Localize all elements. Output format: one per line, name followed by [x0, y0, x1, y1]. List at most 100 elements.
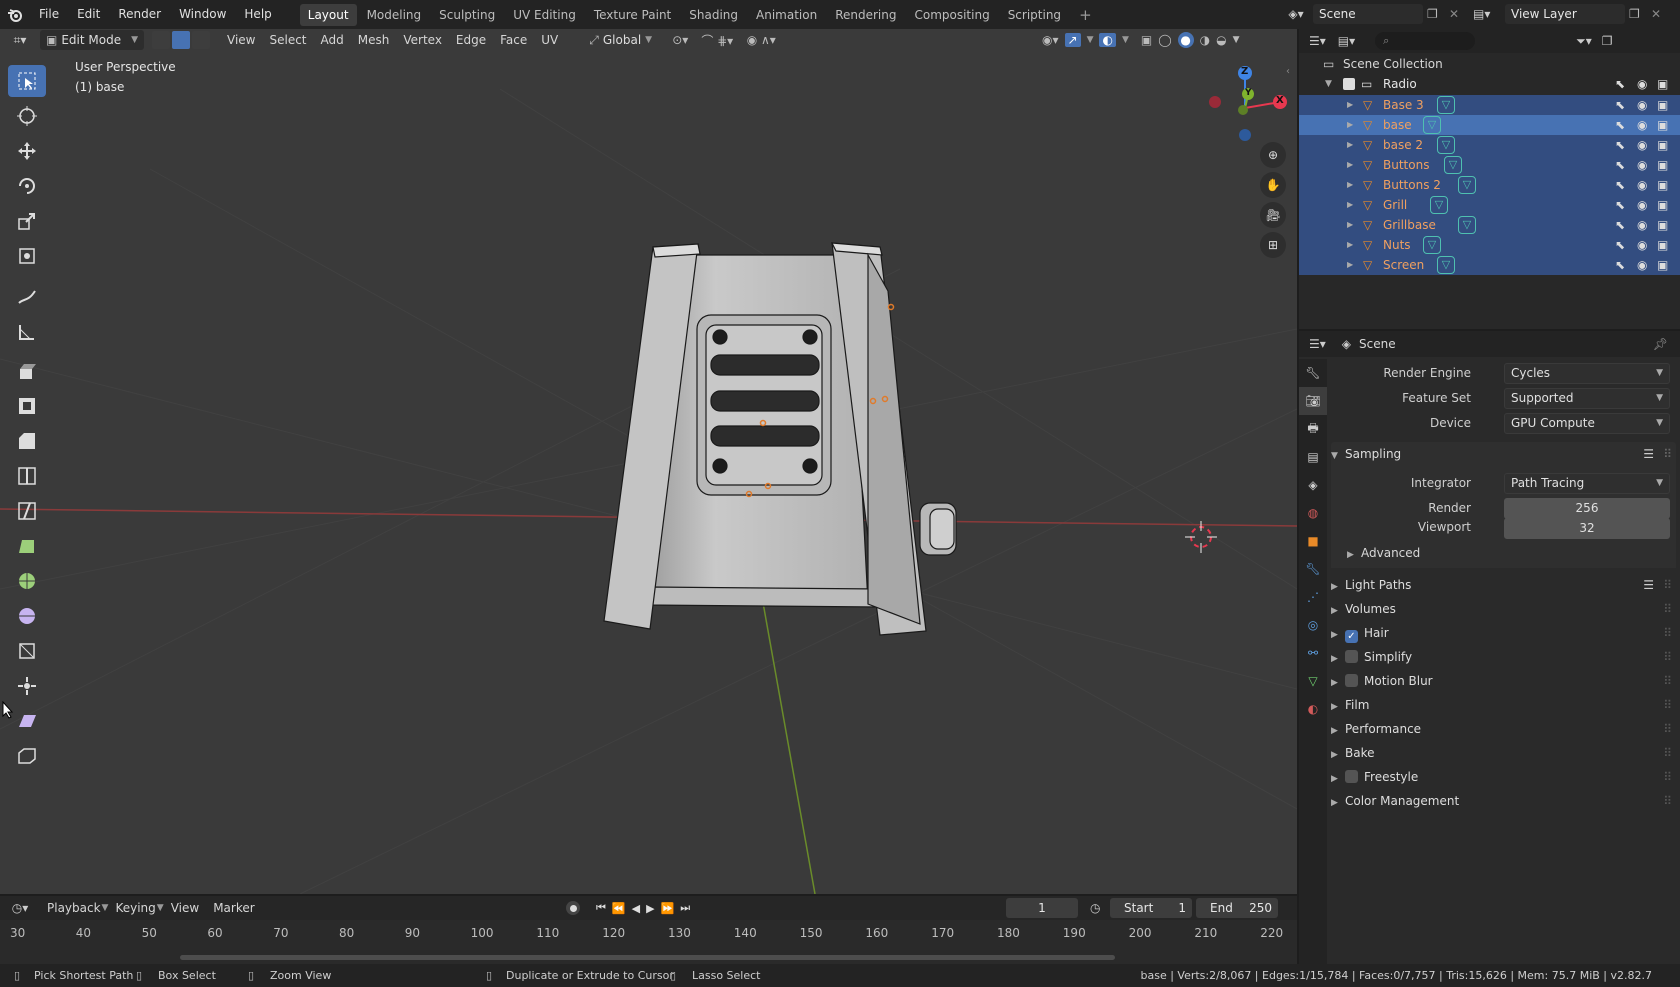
outliner-collection-radio[interactable]: ▼ ▭ Radio ⬉ ◉ ▣: [1299, 74, 1680, 94]
expand-arrow-icon[interactable]: ▶: [1347, 135, 1353, 155]
visibility-eye-icon[interactable]: ◉: [1637, 74, 1647, 94]
expand-arrow-icon[interactable]: ▶: [1347, 255, 1353, 275]
view-layer-icon[interactable]: ▤▾: [1473, 7, 1501, 21]
drag-handle-icon[interactable]: ⠿: [1663, 669, 1672, 693]
drag-handle-icon[interactable]: ⠿: [1663, 645, 1672, 669]
face-select-icon[interactable]: [192, 31, 210, 49]
expand-arrow-icon[interactable]: ▶: [1347, 155, 1353, 175]
selectable-icon[interactable]: ⬉: [1615, 135, 1625, 155]
visibility-eye-icon[interactable]: ◉: [1637, 255, 1647, 275]
render-camera-icon[interactable]: ▣: [1657, 255, 1668, 275]
selectable-icon[interactable]: ⬉: [1615, 235, 1625, 255]
proportional-edit-icon[interactable]: ◉ ∧▾: [739, 33, 783, 47]
new-scene-icon[interactable]: ❐: [1427, 7, 1445, 21]
tab-sculpting[interactable]: Sculpting: [431, 4, 503, 26]
mesh-data-icon[interactable]: ▽: [1437, 136, 1455, 154]
mesh-data-icon[interactable]: ▽: [1458, 176, 1476, 194]
panel-checkbox[interactable]: ✓: [1345, 630, 1358, 643]
render-camera-icon[interactable]: ▣: [1657, 155, 1668, 175]
expand-arrow-icon[interactable]: ▶: [1347, 175, 1353, 195]
orientation-dropdown[interactable]: ⤢ Global ▼: [583, 30, 657, 50]
new-collection-icon[interactable]: ❐: [1602, 34, 1613, 48]
drag-handle-icon[interactable]: ⠿: [1663, 717, 1672, 741]
next-keyframe-icon[interactable]: ⏩: [661, 902, 675, 915]
mode-dropdown[interactable]: ▣ Edit Mode ▼: [40, 30, 144, 50]
panel-header[interactable]: ▶ Simplify ⠿: [1331, 645, 1676, 669]
constraints-tab-icon[interactable]: ⚯: [1299, 639, 1327, 667]
menu-view[interactable]: View: [220, 29, 262, 51]
menu-marker[interactable]: Marker: [206, 897, 261, 919]
xray-icon[interactable]: ▣: [1141, 33, 1152, 47]
cursor-icon[interactable]: [8, 100, 46, 132]
advanced-subpanel-header[interactable]: ▶ Advanced: [1347, 543, 1420, 565]
play-icon[interactable]: ▶: [646, 902, 654, 915]
menu-timeline-view[interactable]: View: [164, 897, 206, 919]
drag-handle-icon[interactable]: ⠿: [1663, 765, 1672, 789]
render-tab-icon[interactable]: 📷︎: [1299, 387, 1327, 415]
drag-handle-icon[interactable]: ⠿: [1663, 693, 1672, 717]
spin-icon[interactable]: [8, 565, 46, 597]
selectable-icon[interactable]: ⬉: [1615, 175, 1625, 195]
sampling-panel-header[interactable]: ▼ Sampling ☰ ⠿: [1331, 442, 1676, 466]
zoom-icon[interactable]: ⊕: [1260, 142, 1286, 168]
outliner-object-row[interactable]: ▶ ▽ Grillbase ▽ ⬉ ◉ ▣: [1299, 215, 1680, 235]
expand-arrow-icon[interactable]: ▶: [1347, 195, 1353, 215]
tab-scripting[interactable]: Scripting: [1000, 4, 1069, 26]
timeline-editor-icon[interactable]: ◷▾: [0, 901, 40, 915]
mesh-data-icon[interactable]: ▽: [1430, 196, 1448, 214]
selectable-icon[interactable]: ⬉: [1615, 74, 1625, 94]
edge-select-icon[interactable]: [172, 31, 190, 49]
menu-vertex[interactable]: Vertex: [396, 29, 449, 51]
menu-playback[interactable]: Playback: [40, 897, 108, 919]
view-layer-tab-icon[interactable]: ▤: [1299, 443, 1327, 471]
bevel-icon[interactable]: [8, 425, 46, 457]
timeline-scrollbar[interactable]: [180, 955, 1115, 960]
record-icon[interactable]: [566, 901, 580, 915]
tab-animation[interactable]: Animation: [748, 4, 825, 26]
expand-arrow-icon[interactable]: ▶: [1347, 95, 1353, 115]
panel-header[interactable]: ▶ Motion Blur ⠿: [1331, 669, 1676, 693]
object-tab-icon[interactable]: ■: [1299, 527, 1327, 555]
menu-uv[interactable]: UV: [534, 29, 565, 51]
smooth-icon[interactable]: [8, 600, 46, 632]
timeline-ruler[interactable]: 30 40 50 60 70 80 90 100 110 120 130 140 150 160 170 18…: [0, 924, 1297, 944]
jump-start-icon[interactable]: ⏮: [596, 901, 606, 915]
visibility-eye-icon[interactable]: ◉: [1637, 215, 1647, 235]
tab-modeling[interactable]: Modeling: [359, 4, 430, 26]
visibility-eye-icon[interactable]: ◉: [1637, 95, 1647, 115]
visibility-eye-icon[interactable]: ◉: [1637, 135, 1647, 155]
panel-header[interactable]: ▶ ✓ Hair ⠿: [1331, 621, 1676, 645]
jump-end-icon[interactable]: ⏭: [680, 901, 690, 915]
snap-icon[interactable]: ⌒ ⋕▾: [695, 32, 739, 49]
expand-arrow-icon[interactable]: ▶: [1347, 215, 1353, 235]
integrator-dropdown[interactable]: Path Tracing ▼: [1504, 473, 1670, 494]
panel-header[interactable]: ▶ Film ⠿: [1331, 693, 1676, 717]
extrude-icon[interactable]: [8, 355, 46, 387]
display-mode-icon[interactable]: ▤▾: [1338, 34, 1355, 48]
menu-window[interactable]: Window: [170, 0, 235, 29]
render-camera-icon[interactable]: ▣: [1657, 135, 1668, 155]
viewport-canvas[interactable]: [0, 29, 1297, 894]
outliner-object-row[interactable]: ▶ ▽ base ▽ ⬉ ◉ ▣: [1299, 115, 1680, 135]
visibility-eye-icon[interactable]: ◉: [1637, 175, 1647, 195]
menu-render[interactable]: Render: [109, 0, 170, 29]
panel-header[interactable]: ▶ Volumes ⠿: [1331, 597, 1676, 621]
render-camera-icon[interactable]: ▣: [1657, 215, 1668, 235]
output-tab-icon[interactable]: 🖶: [1299, 415, 1327, 443]
menu-edge[interactable]: Edge: [449, 29, 493, 51]
current-frame-field[interactable]: 1: [1006, 898, 1078, 918]
tab-compositing[interactable]: Compositing: [906, 4, 997, 26]
transform-icon[interactable]: [8, 240, 46, 272]
start-frame-field[interactable]: Start 1: [1110, 898, 1192, 918]
render-camera-icon[interactable]: ▣: [1657, 74, 1668, 94]
vertex-select-icon[interactable]: [152, 31, 170, 49]
tool-tab-icon[interactable]: 🔧︎: [1299, 359, 1327, 387]
expand-arrow-icon[interactable]: ▼: [1325, 74, 1332, 94]
selectable-icon[interactable]: ⬉: [1615, 195, 1625, 215]
measure-icon[interactable]: [8, 316, 46, 348]
remove-view-layer-icon[interactable]: ✕: [1651, 7, 1665, 21]
render-samples-field[interactable]: 256: [1504, 498, 1670, 519]
pin-icon[interactable]: 📌︎: [1653, 337, 1668, 351]
mesh-data-icon[interactable]: ▽: [1437, 96, 1455, 114]
panel-checkbox[interactable]: [1345, 650, 1358, 663]
